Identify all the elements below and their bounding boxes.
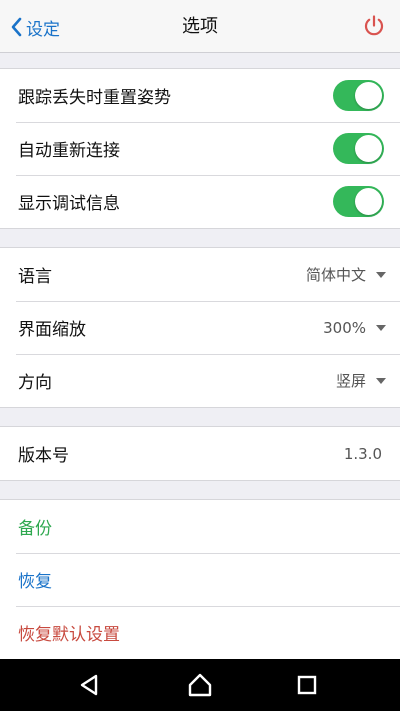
chevron-left-icon — [11, 17, 22, 37]
nav-recents-icon[interactable] — [294, 672, 320, 698]
orientation-value: 竖屏 — [335, 372, 366, 390]
ui-scale-row[interactable]: 界面缩放 300% — [0, 301, 400, 354]
dropdown-caret-icon — [376, 271, 386, 278]
orientation-row[interactable]: 方向 竖屏 — [0, 354, 400, 407]
version-group: 版本号 1.3.0 — [0, 426, 400, 481]
restore-button[interactable]: 恢复 — [18, 567, 52, 592]
dropdown-caret-icon — [376, 324, 386, 331]
version-value: 1.3.0 — [343, 444, 382, 463]
nav-back-icon[interactable] — [76, 672, 102, 698]
language-row[interactable]: 语言 简体中文 — [0, 248, 400, 301]
action-group: 备份 恢复 恢复默认设置 — [0, 499, 400, 659]
reset-defaults-button[interactable]: 恢复默认设置 — [18, 620, 120, 645]
back-label: 设定 — [26, 19, 60, 40]
reset-pose-toggle[interactable] — [333, 80, 384, 111]
back-button[interactable]: 设定 — [10, 14, 60, 40]
power-icon[interactable] — [362, 14, 386, 38]
toggle-label: 自动重新连接 — [18, 141, 120, 161]
toggle-row-debug-info: 显示调试信息 — [0, 175, 400, 228]
backup-row[interactable]: 备份 — [0, 500, 400, 553]
toggle-label: 显示调试信息 — [18, 194, 120, 214]
reset-defaults-row[interactable]: 恢复默认设置 — [0, 606, 400, 659]
toggle-knob — [355, 188, 382, 215]
toggle-label: 跟踪丢失时重置姿势 — [18, 88, 171, 108]
version-row: 版本号 1.3.0 — [0, 427, 400, 480]
ui-scale-value: 300% — [323, 318, 366, 337]
language-value: 简体中文 — [305, 266, 366, 284]
restore-row[interactable]: 恢复 — [0, 553, 400, 606]
auto-reconnect-toggle[interactable] — [333, 133, 384, 164]
page-title: 选项 — [182, 16, 218, 37]
system-nav-bar — [0, 659, 400, 711]
toggle-row-reset-pose: 跟踪丢失时重置姿势 — [0, 69, 400, 122]
toggle-knob — [355, 135, 382, 162]
ui-scale-label: 界面缩放 — [18, 320, 86, 340]
backup-button[interactable]: 备份 — [18, 514, 52, 539]
version-label: 版本号 — [18, 446, 69, 466]
toggle-row-auto-reconnect: 自动重新连接 — [0, 122, 400, 175]
nav-home-icon[interactable] — [187, 672, 213, 698]
language-label: 语言 — [18, 267, 52, 287]
debug-info-toggle[interactable] — [333, 186, 384, 217]
select-group: 语言 简体中文 界面缩放 300% 方向 竖屏 — [0, 247, 400, 408]
top-bar: 设定 选项 — [0, 0, 400, 53]
orientation-select[interactable]: 竖屏 — [336, 370, 386, 391]
ui-scale-select[interactable]: 300% — [323, 319, 386, 337]
orientation-label: 方向 — [18, 373, 52, 393]
toggle-knob — [355, 82, 382, 109]
dropdown-caret-icon — [376, 377, 386, 384]
toggle-group: 跟踪丢失时重置姿势 自动重新连接 显示调试信息 — [0, 68, 400, 229]
language-select[interactable]: 简体中文 — [306, 264, 386, 285]
